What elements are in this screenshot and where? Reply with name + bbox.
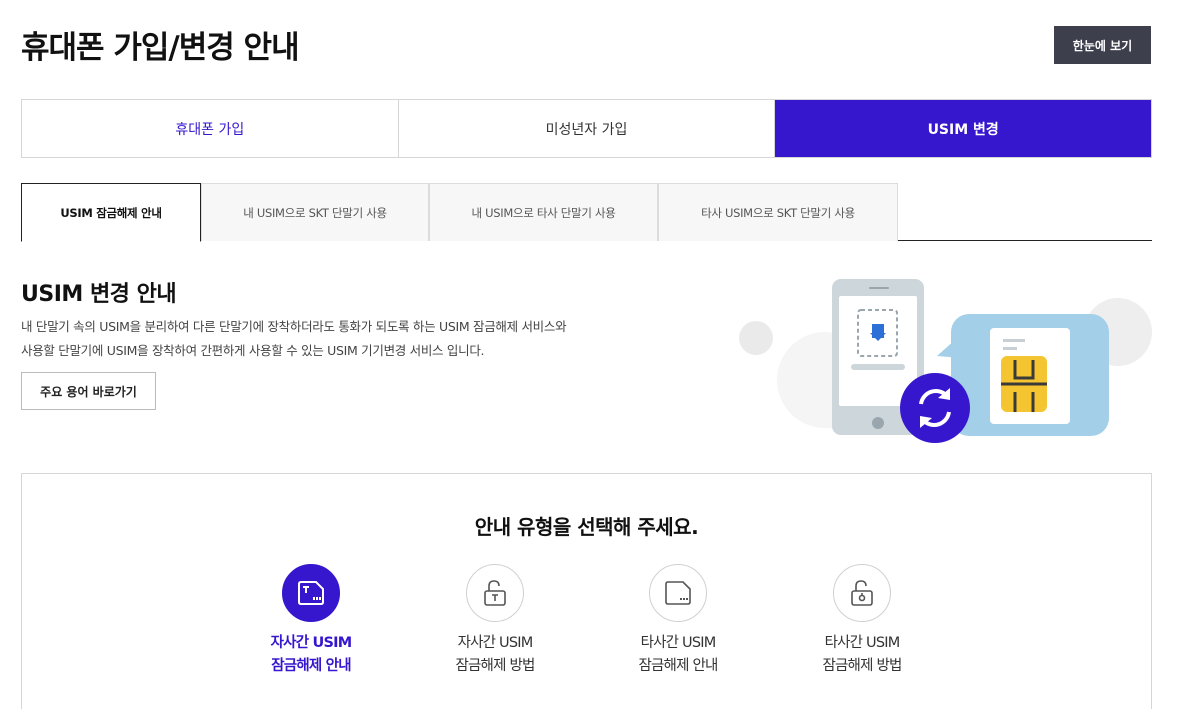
main-tabs: 휴대폰 가입 미성년자 가입 USIM 변경 [21,99,1152,158]
option-label: 타사간 USIM [640,635,717,651]
description-line: 사용할 단말기에 USIM을 장착하여 간편하게 사용할 수 있는 USIM 기… [21,343,485,358]
tab-minor-signup[interactable]: 미성년자 가입 [399,100,776,157]
option-other-usim-unlock-method[interactable]: 타사간 USIM 잠금해제 방법 [802,564,922,678]
sub-tabs: USIM 잠금해제 안내 내 USIM으로 SKT 단말기 사용 내 USIM으… [21,183,1152,242]
unlock-icon [833,564,891,622]
option-label: 잠금해제 안내 [271,658,351,674]
subtab-usim-unlock-guide[interactable]: USIM 잠금해제 안내 [21,183,201,242]
key-terms-button[interactable]: 주요 용어 바로가기 [21,372,156,410]
overview-button[interactable]: 한눈에 보기 [1054,26,1151,64]
option-label: 잠금해제 방법 [455,658,535,674]
subtab-my-usim-other-device[interactable]: 내 USIM으로 타사 단말기 사용 [429,183,658,241]
option-label: 자사간 USIM [270,635,353,651]
unlock-t-icon [466,564,524,622]
sim-card-icon [282,564,340,622]
subtab-other-usim-skt-device[interactable]: 타사 USIM으로 SKT 단말기 사용 [658,183,898,241]
usim-change-illustration [739,279,1152,443]
subtab-my-usim-skt-device[interactable]: 내 USIM으로 SKT 단말기 사용 [201,183,429,241]
section-description: 내 단말기 속의 USIM을 분리하여 다른 단말기에 장착하더라도 통화가 되… [21,315,701,363]
option-label: 잠금해제 안내 [638,658,718,674]
option-sk-usim-unlock-method[interactable]: 자사간 USIM 잠금해제 방법 [435,564,555,678]
option-other-usim-unlock-guide[interactable]: 타사간 USIM 잠금해제 안내 [618,564,738,678]
decor-circle [739,321,773,355]
option-label: 자사간 USIM [457,635,534,651]
page-title: 휴대폰 가입/변경 안내 [21,30,300,66]
option-label: 잠금해제 방법 [822,658,902,674]
option-label: 타사간 USIM [824,635,901,651]
description-line: 내 단말기 속의 USIM을 분리하여 다른 단말기에 장착하더라도 통화가 되… [21,319,567,334]
sim-card-icon [649,564,707,622]
selector-title: 안내 유형을 선택해 주세요. [474,515,699,539]
tab-phone-signup[interactable]: 휴대폰 가입 [22,100,399,157]
option-sk-usim-unlock-guide[interactable]: 자사간 USIM 잠금해제 안내 [251,564,371,678]
section-title: USIM 변경 안내 [21,282,177,307]
refresh-icon [900,373,970,443]
guide-type-selector: 안내 유형을 선택해 주세요. 자사간 USIM 잠금해제 안내 자사간 USI… [21,473,1152,709]
tab-usim-change[interactable]: USIM 변경 [775,100,1152,157]
